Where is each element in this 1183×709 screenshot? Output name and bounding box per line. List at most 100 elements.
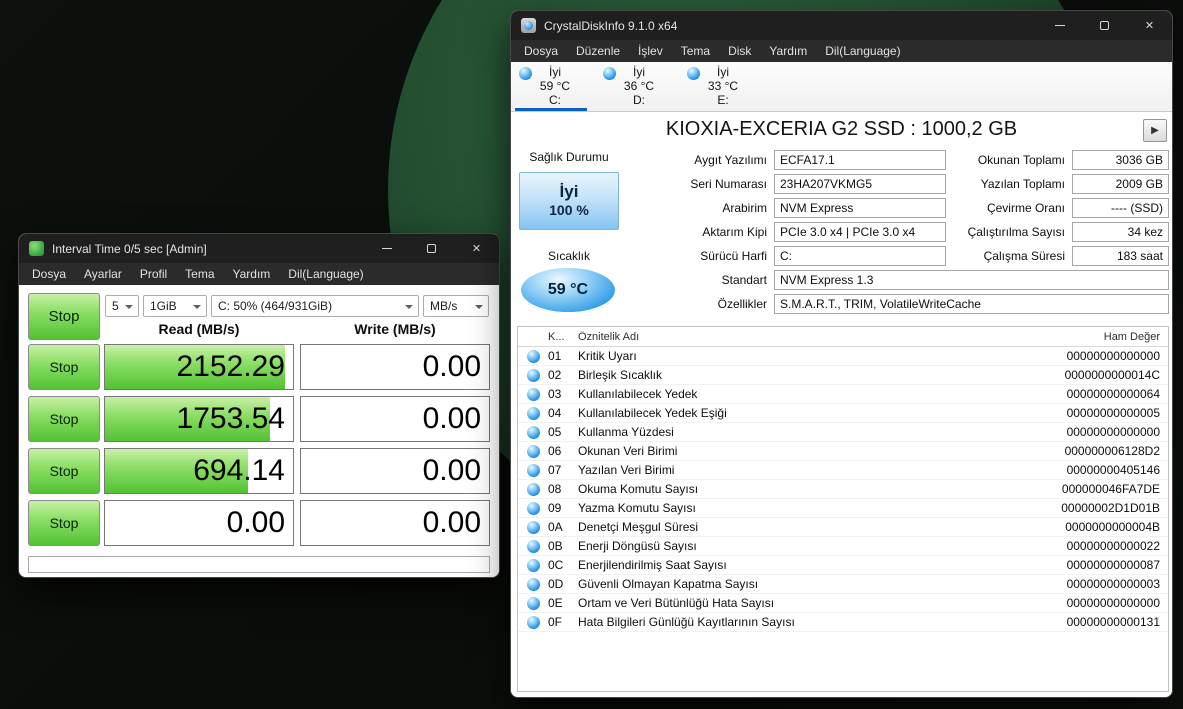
stop-all-button[interactable]: Stop (28, 293, 100, 340)
smart-row[interactable]: 05 Kullanma Yüzdesi 00000000000000 (518, 423, 1168, 442)
read-value: 0.00 (226, 506, 285, 539)
cdm-menu-yardim[interactable]: Yardım (224, 263, 280, 285)
target-drive-select[interactable]: C: 50% (464/931GiB) (211, 295, 419, 317)
target-drive-value: C: 50% (464/931GiB) (218, 299, 333, 313)
read-value: 694.14 (193, 454, 285, 487)
cdi-titlebar[interactable]: CrystalDiskInfo 9.1.0 x64 ✕ (511, 11, 1172, 40)
transfer-mode-field: PCIe 3.0 x4 | PCIe 3.0 x4 (774, 222, 946, 242)
smart-attributes-table[interactable]: K... Öznitelik Adı Ham Değer 01 Kritik Uy… (517, 326, 1169, 692)
close-icon: ✕ (1144, 20, 1155, 32)
test-size-select[interactable]: 1GiB (143, 295, 207, 317)
cdm-menu-tema[interactable]: Tema (176, 263, 223, 285)
cdm-maximize-button[interactable] (409, 234, 454, 263)
test-count-select[interactable]: 5 (105, 295, 139, 317)
drive-tab-d[interactable]: İyi 36 °C D: (597, 62, 681, 111)
drive-tab-e[interactable]: İyi 33 °C E: (681, 62, 765, 111)
temperature-label: Sıcaklık (547, 249, 590, 263)
drive-letter: E: (717, 93, 729, 107)
write-value: 0.00 (422, 506, 481, 539)
cdi-menu-disk[interactable]: Disk (719, 40, 760, 62)
chevron-down-icon (405, 305, 413, 309)
cdm-close-button[interactable]: ✕ (454, 234, 499, 263)
cdi-window-controls: ✕ (1037, 11, 1172, 40)
smart-row[interactable]: 07 Yazılan Veri Birimi 00000000405146 (518, 461, 1168, 480)
play-icon: ▶ (1151, 125, 1159, 136)
cdi-menu-yardim[interactable]: Yardım (760, 40, 816, 62)
cdm-menubar: Dosya Ayarlar Profil Tema Yardım Dil(Lan… (19, 263, 499, 285)
read-value: 2152.29 (176, 350, 285, 383)
smart-row[interactable]: 0C Enerjilendirilmiş Saat Sayısı 000000000… (518, 556, 1168, 575)
attribute-status-orb-icon (526, 482, 540, 496)
write-result-cell: 0.00 (300, 500, 490, 546)
cdi-menu-islev[interactable]: İşlev (629, 40, 672, 62)
write-column-header: Write (MB/s) (354, 321, 436, 337)
drive-selector-strip: İyi 59 °C C: İyi 36 °C D: İyi 33 °C E: (511, 62, 1172, 112)
cdm-menu-dosya[interactable]: Dosya (23, 263, 75, 285)
stop-row-button[interactable]: Stop (28, 344, 100, 390)
health-label: Sağlık Durumu (529, 150, 609, 164)
smart-row[interactable]: 0A Denetçi Meşgul Süresi 0000000000004B (518, 518, 1168, 537)
next-disk-button[interactable]: ▶ (1143, 119, 1167, 142)
drive-letter-field: C: (774, 246, 946, 266)
read-result-cell: 1753.54 (104, 396, 294, 442)
smart-row[interactable]: 04 Kullanılabilecek Yedek Eşiği 0000000000… (518, 404, 1168, 423)
crystaldiskinfo-window: CrystalDiskInfo 9.1.0 x64 ✕ Dosya Düzenl… (510, 10, 1173, 698)
attribute-status-orb-icon (526, 368, 540, 382)
write-value: 0.00 (422, 402, 481, 435)
write-result-cell: 0.00 (300, 396, 490, 442)
field-label: Okunan Toplamı (977, 153, 1065, 167)
attribute-status-orb-icon (526, 349, 540, 363)
read-result-cell: 694.14 (104, 448, 294, 494)
unit-select[interactable]: MB/s (423, 295, 489, 317)
attribute-status-orb-icon (526, 501, 540, 515)
cdi-menu-duzenle[interactable]: Düzenle (567, 40, 629, 62)
attribute-status-orb-icon (526, 463, 540, 477)
cdi-menu-dosya[interactable]: Dosya (515, 40, 567, 62)
stop-row-button[interactable]: Stop (28, 500, 100, 546)
test-row: Stop 2152.29 0.00 (19, 344, 499, 390)
cdm-window-controls: ✕ (364, 234, 499, 263)
attribute-status-orb-icon (526, 615, 540, 629)
drive-temp: 33 °C (707, 79, 739, 93)
stop-row-button[interactable]: Stop (28, 448, 100, 494)
smart-row[interactable]: 09 Yazma Komutu Sayısı 00000002D1D01B (518, 499, 1168, 518)
stop-row-button[interactable]: Stop (28, 396, 100, 442)
total-reads-field: 3036 GB (1072, 150, 1169, 170)
smart-row[interactable]: 02 Birleşik Sıcaklık 0000000000014C (518, 366, 1168, 385)
field-label: Sürücü Harfi (700, 249, 767, 263)
test-row: Stop 0.00 0.00 (19, 500, 499, 546)
attribute-status-orb-icon (526, 539, 540, 553)
cdi-client-area: KIOXIA-EXCERIA G2 SSD : 1000,2 GB ▶ Sağl… (511, 112, 1172, 697)
device-fields-column: Aygıt Yazılımı ECFA17.1 Seri Numarası 23HA… (629, 150, 946, 270)
drive-temp: 59 °C (539, 79, 571, 93)
cdm-window-title: Interval Time 0/5 sec [Admin] (52, 241, 207, 256)
cdi-maximize-button[interactable] (1082, 11, 1127, 40)
cdi-window-title: CrystalDiskInfo 9.1.0 x64 (544, 18, 678, 33)
drive-status-orb-icon (687, 67, 700, 80)
desktop: Interval Time 0/5 sec [Admin] ✕ Dosya Ay… (0, 0, 1183, 709)
cdm-menu-dil[interactable]: Dil(Language) (279, 263, 372, 285)
cdm-minimize-button[interactable] (364, 234, 409, 263)
cdi-minimize-button[interactable] (1037, 11, 1082, 40)
health-status-box[interactable]: İyi 100 % (519, 172, 619, 230)
maximize-icon (427, 244, 436, 253)
cdi-close-button[interactable]: ✕ (1127, 11, 1172, 40)
cdi-menu-tema[interactable]: Tema (672, 40, 719, 62)
smart-row[interactable]: 0D Güvenli Olmayan Kapatma Sayısı 00000000… (518, 575, 1168, 594)
smart-row[interactable]: 08 Okuma Komutu Sayısı 000000046FA7DE (518, 480, 1168, 499)
write-value: 0.00 (422, 454, 481, 487)
minimize-icon (381, 248, 392, 249)
cdi-menubar: Dosya Düzenle İşlev Tema Disk Yardım Dil… (511, 40, 1172, 62)
smart-row[interactable]: 03 Kullanılabilecek Yedek 00000000000064 (518, 385, 1168, 404)
cdm-menu-ayarlar[interactable]: Ayarlar (75, 263, 131, 285)
cdm-menu-profil[interactable]: Profil (131, 263, 176, 285)
smart-row[interactable]: 01 Kritik Uyarı 00000000000000 (518, 347, 1168, 366)
drive-tab-c[interactable]: İyi 59 °C C: (513, 62, 597, 111)
smart-row[interactable]: 06 Okunan Veri Birimi 000000006128D2 (518, 442, 1168, 461)
cdi-menu-dil[interactable]: Dil(Language) (816, 40, 909, 62)
smart-row[interactable]: 0E Ortam ve Veri Bütünlüğü Hata Sayısı 000… (518, 594, 1168, 613)
smart-row[interactable]: 0F Hata Bilgileri Günlüğü Kayıtlarının Sa… (518, 613, 1168, 632)
cdm-titlebar[interactable]: Interval Time 0/5 sec [Admin] ✕ (19, 234, 499, 263)
drive-status: İyi (549, 65, 561, 79)
smart-row[interactable]: 0B Enerji Döngüsü Sayısı 00000000000022 (518, 537, 1168, 556)
